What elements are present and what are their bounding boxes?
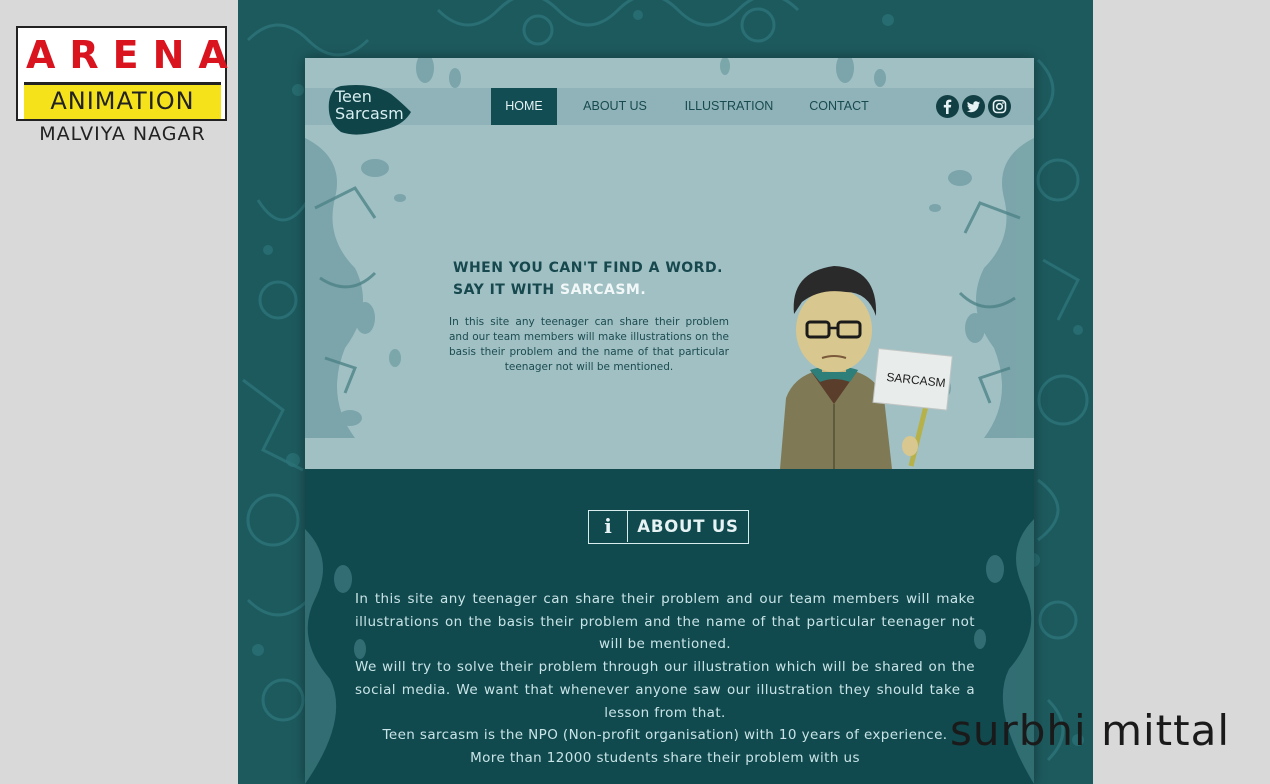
- hero-section: Teen Sarcasm HOME ABOUT US ILLUSTRATION …: [305, 58, 1034, 469]
- about-paragraph: We will try to solve their problem throu…: [355, 659, 975, 721]
- arena-logo-location: MALVIYA NAGAR: [39, 123, 206, 145]
- brand-line-2: Sarcasm: [335, 104, 404, 123]
- about-us-text: In this site any teenager can share thei…: [355, 588, 975, 770]
- arena-logo-box: ARENA ANIMATION: [16, 26, 242, 121]
- tagline-line-2: SAY IT WITH SARCASM.: [453, 279, 743, 301]
- nav-illustration[interactable]: ILLUSTRATION: [683, 88, 775, 125]
- about-paragraph: In this site any teenager can share thei…: [355, 591, 975, 653]
- website-page: Teen Sarcasm HOME ABOUT US ILLUSTRATION …: [305, 58, 1034, 784]
- info-icon: i: [589, 511, 628, 542]
- arena-animation-logo: ARENA ANIMATION MALVIYA NAGAR: [15, 26, 230, 148]
- about-paragraph: More than 12000 students share their pro…: [470, 749, 860, 766]
- tagline-highlight: SARCASM.: [560, 282, 647, 298]
- about-us-heading: i ABOUT US: [588, 510, 749, 544]
- tagline-line-1: WHEN YOU CAN'T FIND A WORD.: [453, 260, 723, 276]
- caricature-figure: [780, 266, 953, 469]
- facebook-icon[interactable]: [936, 95, 959, 118]
- teen-sarcasm-logo[interactable]: Teen Sarcasm: [327, 82, 413, 136]
- tagline-prefix: SAY IT WITH: [453, 282, 561, 298]
- author-watermark: surbhi mittal: [950, 706, 1230, 755]
- nav-home[interactable]: HOME: [491, 88, 557, 125]
- brand-name: Teen Sarcasm: [335, 88, 411, 122]
- hero-description: In this site any teenager can share thei…: [449, 316, 729, 373]
- navigation-bar: [305, 88, 1034, 125]
- caricature-illustration: SARCASM: [750, 258, 960, 469]
- arena-logo-title: ARENA: [26, 33, 242, 77]
- website-mockup-poster: Teen Sarcasm HOME ABOUT US ILLUSTRATION …: [238, 0, 1093, 784]
- about-section: i ABOUT US In this site any teenager can…: [305, 469, 1034, 784]
- about-us-title: ABOUT US: [637, 517, 739, 536]
- nav-about-us[interactable]: ABOUT US: [575, 88, 655, 125]
- instagram-icon[interactable]: [988, 95, 1011, 118]
- twitter-icon[interactable]: [962, 95, 985, 118]
- hero-tagline: WHEN YOU CAN'T FIND A WORD. SAY IT WITH …: [453, 257, 743, 301]
- nav-contact[interactable]: CONTACT: [805, 88, 873, 125]
- about-paragraph: Teen sarcasm is the NPO (Non-profit orga…: [382, 727, 948, 744]
- arena-logo-subtitle: ANIMATION: [24, 82, 221, 119]
- brand-line-1: Teen: [335, 87, 372, 106]
